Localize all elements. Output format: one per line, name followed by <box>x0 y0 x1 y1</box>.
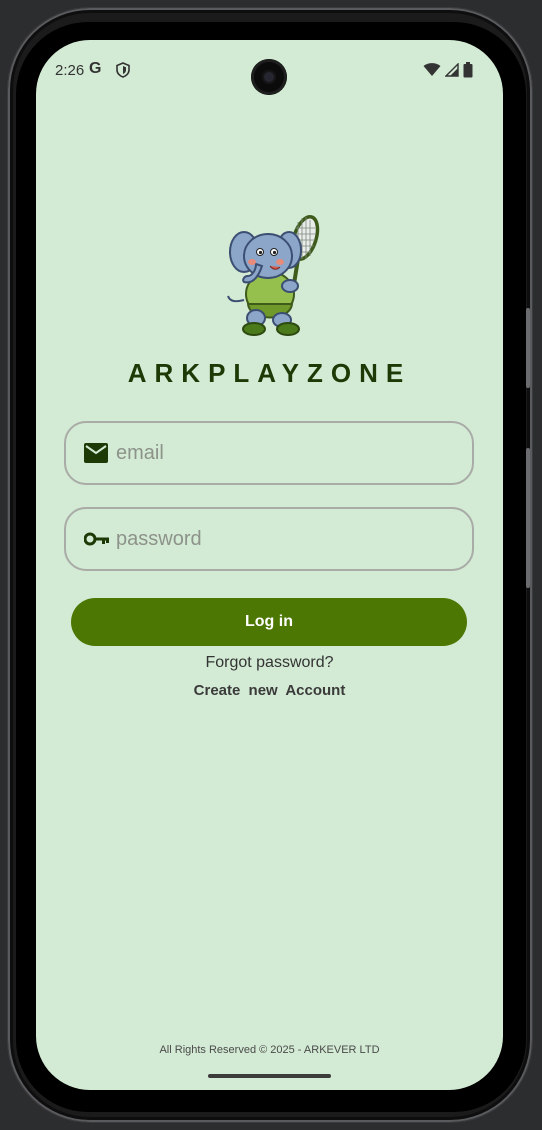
battery-icon <box>463 62 473 78</box>
forgot-password-link[interactable]: Forgot password? <box>36 654 503 672</box>
email-field[interactable]: email <box>64 421 474 485</box>
key-icon <box>84 532 109 546</box>
power-button <box>526 308 530 388</box>
front-camera <box>251 59 287 95</box>
elephant-tennis-mascot <box>227 215 320 336</box>
status-bar: 2:26 G <box>36 40 503 100</box>
signal-icon <box>445 63 459 77</box>
volume-button <box>526 448 530 588</box>
status-time: 2:26 <box>55 62 85 79</box>
password-placeholder: password <box>116 527 202 550</box>
email-placeholder: email <box>116 441 164 464</box>
status-icons <box>423 62 473 78</box>
gesture-nav-handle[interactable] <box>208 1074 331 1078</box>
create-account-link[interactable]: Create new Account <box>36 682 503 699</box>
footer-copyright: All Rights Reserved © 2025 - ARKEVER LTD <box>159 1044 380 1056</box>
password-field[interactable]: password <box>64 507 474 571</box>
app-screen: 2:26 G ARKPLAYZONE email password Log in… <box>36 40 503 1090</box>
app-brand-name: ARKPLAYZONE <box>127 358 412 388</box>
login-button[interactable]: Log in <box>71 598 467 646</box>
shield-icon <box>116 62 130 78</box>
google-g-icon: G <box>89 60 102 77</box>
mail-icon <box>84 443 108 463</box>
wifi-icon <box>423 63 441 76</box>
